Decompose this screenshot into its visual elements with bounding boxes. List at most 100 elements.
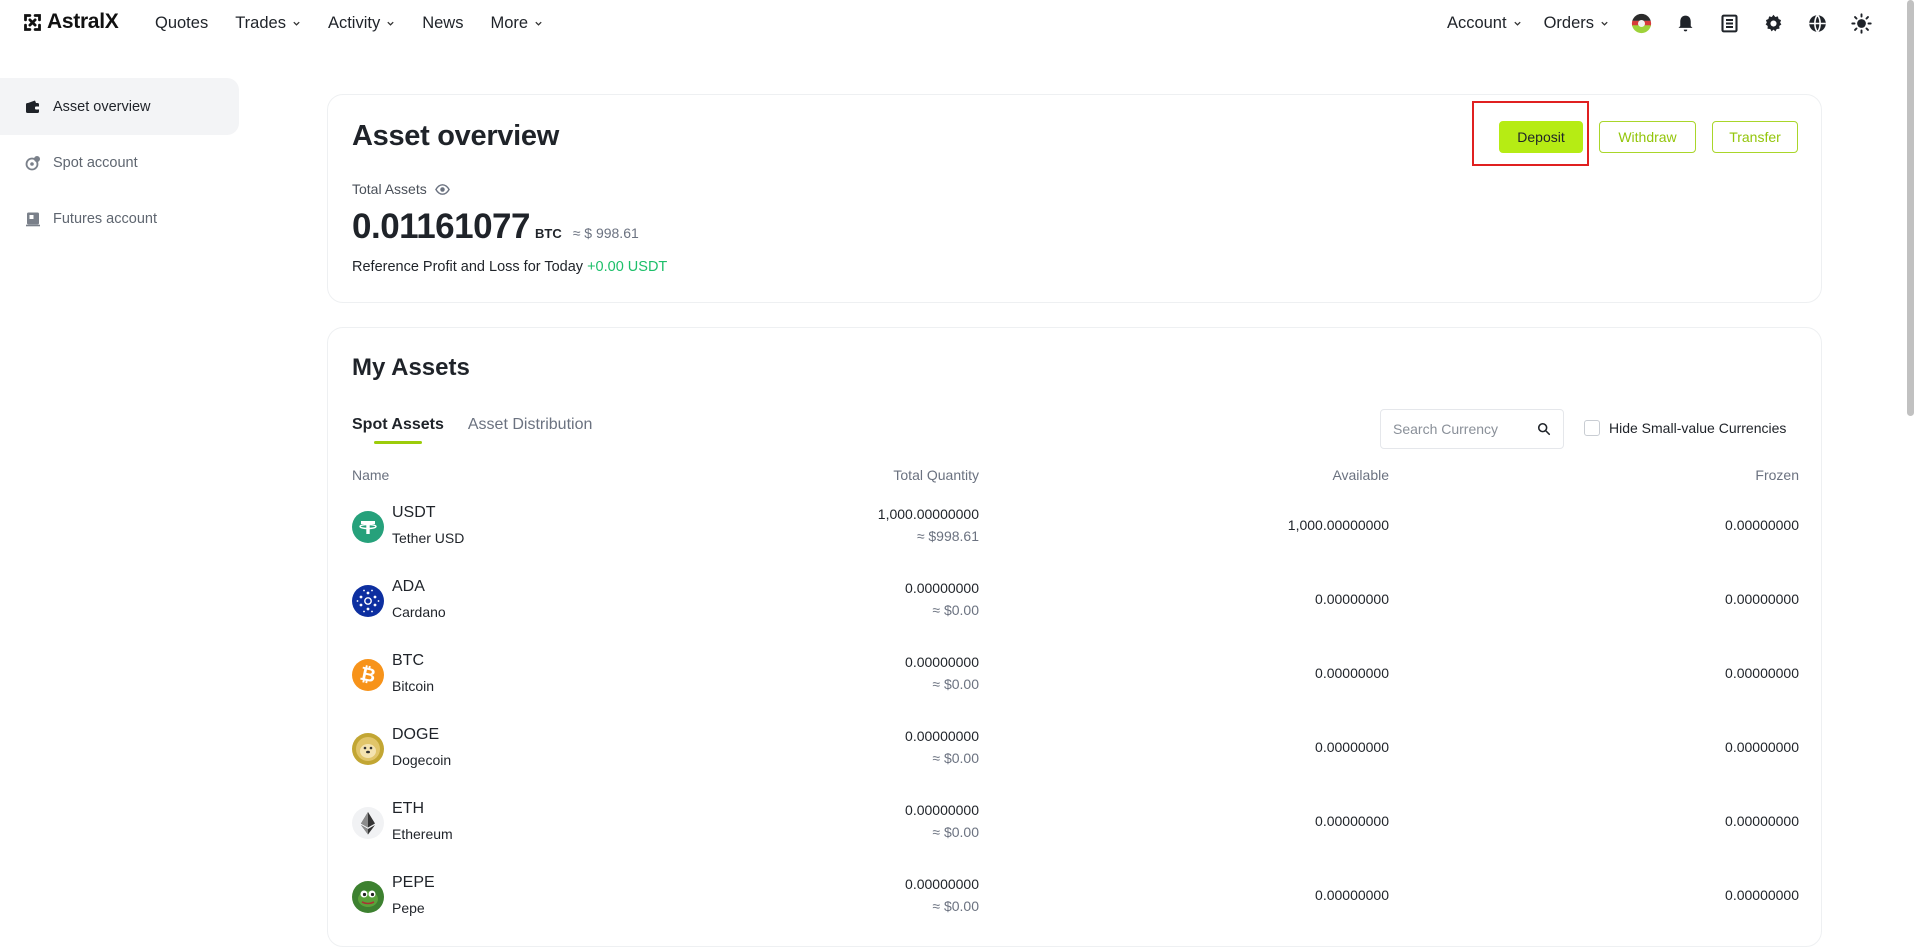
search-input[interactable] — [1393, 421, 1533, 437]
frozen-amount: 0.00000000 — [1725, 887, 1799, 903]
btc-coin-icon: ₿ — [352, 659, 384, 691]
eye-icon[interactable] — [434, 182, 450, 197]
asset-overview-card: Asset overview Total Assets 0.01161077 B… — [327, 94, 1822, 303]
total-quantity: 0.00000000 — [905, 802, 979, 818]
coin-name: Pepe — [392, 900, 425, 916]
tab-asset-distribution[interactable]: Asset Distribution — [468, 416, 593, 444]
sun-icon — [1850, 12, 1872, 34]
total-quantity: 0.00000000 — [905, 654, 979, 670]
sidebar: Asset overview Spot account Futures acco… — [0, 78, 239, 246]
chevron-down-icon — [293, 21, 300, 26]
column-frozen: Frozen — [1755, 467, 1799, 483]
usdt-coin-icon — [352, 511, 384, 543]
tab-spot-assets[interactable]: Spot Assets — [352, 416, 444, 444]
transfer-button[interactable]: Transfer — [1712, 121, 1798, 153]
nav-more[interactable]: More — [490, 14, 543, 33]
nav-orders[interactable]: Orders — [1544, 14, 1609, 33]
coin-name: Cardano — [392, 604, 446, 620]
total-quantity: 0.00000000 — [905, 876, 979, 892]
coin-symbol: BTC — [392, 652, 424, 669]
table-row[interactable]: ETH Ethereum 0.00000000 ≈ $0.00 0.000000… — [352, 799, 1799, 873]
nav-activity-label: Activity — [327, 13, 381, 32]
nav-orders-label: Orders — [1543, 13, 1594, 32]
total-quantity: 1,000.00000000 — [877, 506, 979, 522]
hide-small-label: Hide Small-value Currencies — [1609, 420, 1787, 436]
nav-news[interactable]: News — [422, 14, 463, 33]
total-assets-value: 0.01161077 BTC ≈ $ 998.61 — [352, 207, 639, 247]
top-navigation: AstralX Quotes Trades Activity News More… — [0, 0, 1900, 46]
table-row[interactable]: ₿ BTC Bitcoin 0.00000000 ≈ $0.00 0.00000… — [352, 651, 1799, 725]
column-name: Name — [352, 467, 390, 483]
nav-account[interactable]: Account — [1447, 14, 1522, 33]
hide-small-toggle[interactable]: Hide Small-value Currencies — [1584, 420, 1786, 436]
page-scrollbar[interactable] — [1902, 0, 1919, 915]
total-quantity-usd: ≈ $0.00 — [932, 824, 979, 840]
total-quantity: 0.00000000 — [905, 728, 979, 744]
nav-trades-label: Trades — [235, 13, 286, 32]
scrollbar-thumb[interactable] — [1907, 0, 1914, 416]
nav-account-label: Account — [1446, 13, 1507, 32]
table-row[interactable]: PEPE Pepe 0.00000000 ≈ $0.00 0.00000000 … — [352, 873, 1799, 947]
sidebar-item-asset-overview[interactable]: Asset overview — [0, 78, 239, 135]
nav-quotes[interactable]: Quotes — [155, 14, 208, 33]
brand-logo[interactable]: AstralX — [22, 10, 119, 34]
withdraw-button[interactable]: Withdraw — [1599, 121, 1696, 153]
pepe-coin-icon — [352, 881, 384, 913]
bell-icon — [1678, 15, 1692, 31]
total-assets-label: Total Assets — [352, 181, 450, 197]
sidebar-item-spot-account[interactable]: Spot account — [0, 134, 239, 191]
coin-symbol: USDT — [392, 504, 436, 521]
avatar[interactable] — [1629, 11, 1653, 35]
column-available: Available — [1332, 467, 1389, 483]
sidebar-item-label: Futures account — [53, 210, 157, 227]
available-amount: 0.00000000 — [1315, 665, 1389, 681]
frozen-amount: 0.00000000 — [1725, 665, 1799, 681]
globe-icon — [1808, 14, 1826, 32]
table-row[interactable]: USDT Tether USD 1,000.00000000 ≈ $998.61… — [352, 503, 1799, 577]
action-buttons: Deposit Withdraw Transfer — [1499, 121, 1798, 153]
chevron-down-icon — [535, 21, 542, 26]
frozen-amount: 0.00000000 — [1725, 739, 1799, 755]
asset-tabs: Spot Assets Asset Distribution — [352, 416, 592, 444]
notifications-button[interactable] — [1673, 11, 1697, 35]
futures-icon — [26, 212, 40, 226]
avatar-flag-icon — [1631, 13, 1651, 33]
coin-name: Ethereum — [392, 826, 453, 842]
table-row[interactable]: DOGE Dogecoin 0.00000000 ≈ $0.00 0.00000… — [352, 725, 1799, 799]
frozen-amount: 0.00000000 — [1725, 517, 1799, 533]
frozen-amount: 0.00000000 — [1725, 591, 1799, 607]
hide-small-checkbox[interactable] — [1584, 420, 1600, 436]
pnl-today: Reference Profit and Loss for Today +0.0… — [352, 259, 667, 275]
wallet-icon — [26, 100, 40, 113]
astralx-logo-icon — [24, 13, 41, 31]
frozen-amount: 0.00000000 — [1725, 813, 1799, 829]
brand-name: AstralX — [47, 10, 119, 33]
search-icon[interactable] — [1537, 422, 1551, 436]
available-amount: 0.00000000 — [1315, 739, 1389, 755]
nav-activity[interactable]: Activity — [328, 14, 395, 33]
spot-icon — [25, 155, 40, 170]
download-app-button[interactable] — [1717, 11, 1741, 35]
total-quantity-usd: ≈ $0.00 — [932, 602, 979, 618]
coin-name: Dogecoin — [392, 752, 452, 768]
coin-name: Bitcoin — [392, 678, 435, 694]
nav-trades[interactable]: Trades — [235, 14, 301, 33]
table-header: Name Total Quantity Available Frozen — [352, 467, 1799, 487]
gear-icon — [1765, 14, 1781, 31]
total-unit: BTC — [534, 226, 562, 241]
ada-coin-icon — [352, 585, 384, 617]
currency-search — [1380, 409, 1564, 449]
theme-toggle-button[interactable] — [1849, 11, 1873, 35]
settings-button[interactable] — [1761, 11, 1785, 35]
column-total-quantity: Total Quantity — [893, 467, 979, 483]
table-row[interactable]: ADA Cardano 0.00000000 ≈ $0.00 0.0000000… — [352, 577, 1799, 651]
deposit-button[interactable]: Deposit — [1499, 121, 1583, 153]
language-button[interactable] — [1805, 11, 1829, 35]
page-title: Asset overview — [352, 120, 559, 152]
total-quantity-usd: ≈ $0.00 — [932, 898, 979, 914]
sidebar-item-futures-account[interactable]: Futures account — [0, 190, 239, 247]
total-assets-text: Total Assets — [352, 181, 427, 197]
available-amount: 0.00000000 — [1315, 887, 1389, 903]
coin-symbol: ETH — [392, 800, 424, 817]
sidebar-item-label: Asset overview — [53, 98, 151, 115]
